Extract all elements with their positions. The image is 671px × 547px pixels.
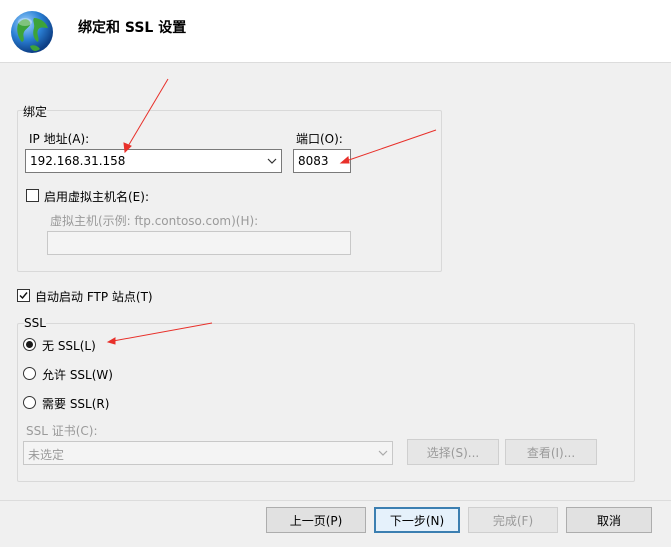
annotation-arrow-ip xyxy=(126,78,169,149)
annotation-arrow-port xyxy=(345,129,437,162)
annotation-arrowhead-ip xyxy=(123,142,132,154)
annotation-arrowhead-ssl xyxy=(106,337,116,345)
annotation-arrowhead-port xyxy=(339,156,350,164)
annotation-arrow-ssl xyxy=(112,322,213,342)
annotation-arrows xyxy=(106,78,437,345)
